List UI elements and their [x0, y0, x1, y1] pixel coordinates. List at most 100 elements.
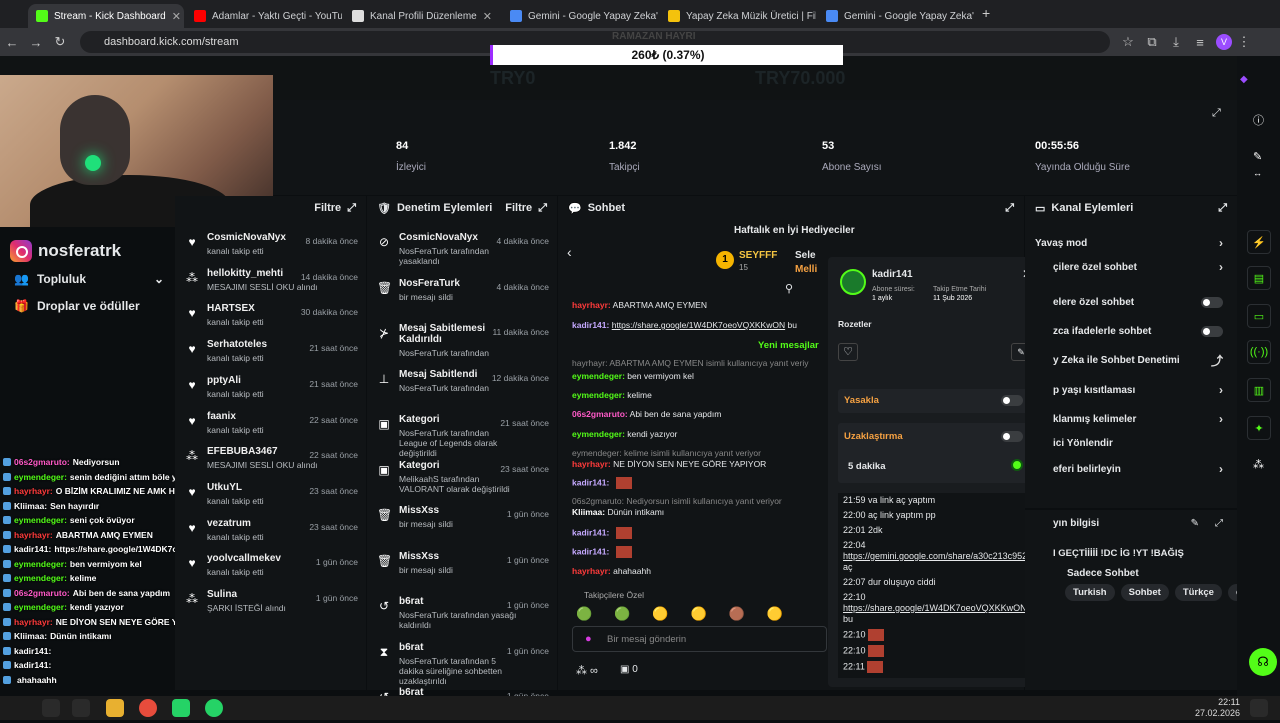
ban-row[interactable]: Yasakla: [838, 389, 1033, 413]
tag-chip[interactable]: Sohbet: [1120, 584, 1169, 601]
list-item[interactable]: ⧗ b6rat NosFeraTurk tarafından 5 dakika sü…: [367, 642, 557, 686]
browser-tab[interactable]: Gemini - Google Yapay Zeka'ya✕: [818, 4, 974, 28]
chrome-icon[interactable]: [139, 699, 157, 717]
channel-action-row[interactable]: elere özel sohbet: [1025, 291, 1237, 313]
chat-username[interactable]: hayrhayr:: [572, 300, 611, 310]
channel-action-row[interactable]: eferi belirleyin ›: [1025, 458, 1237, 480]
new-tab-icon[interactable]: +: [982, 5, 990, 21]
list-item[interactable]: ⊘ CosmicNovaNyx NosFeraTurk tarafından yas…: [367, 232, 557, 268]
filter-button[interactable]: Filtre: [505, 202, 532, 214]
expand-icon[interactable]: ⤢: [347, 202, 356, 215]
list-item[interactable]: ♥ Serhatoteles kanalı takip etti 21 saat ön…: [175, 339, 366, 375]
star-icon[interactable]: ☆: [1116, 34, 1140, 50]
media-icon[interactable]: ≡: [1188, 35, 1212, 50]
channel-action-row[interactable]: çilere özel sohbet ›: [1025, 256, 1237, 278]
collapse-icon[interactable]: ↔: [1253, 168, 1262, 178]
filter-button[interactable]: Filtre: [314, 202, 341, 214]
chat-username[interactable]: hayrhayr:: [572, 459, 611, 469]
chat-username[interactable]: eymendeger:: [572, 390, 625, 400]
channel-action-row[interactable]: y Zeka ile Sohbet Denetimi ⤴: [1025, 349, 1237, 371]
notification-icon[interactable]: [1250, 699, 1268, 717]
list-item[interactable]: 🗑 MissXss bir mesajı sildi 1 gün önce: [367, 505, 557, 541]
forward-icon[interactable]: →: [24, 35, 48, 50]
channel-action-row[interactable]: ici Yönlendir: [1025, 432, 1237, 454]
list-item[interactable]: ♥ HARTSEX kanalı takip etti 30 dakika önce: [175, 303, 366, 339]
profile-avatar[interactable]: V: [1216, 34, 1232, 50]
nav-droplar[interactable]: 🎁 Droplar ve ödüller: [14, 299, 140, 313]
reload-icon[interactable]: ↻: [48, 34, 72, 50]
chat-username[interactable]: hayrhayr:: [572, 566, 611, 576]
expand-icon[interactable]: ⤢: [1005, 202, 1014, 215]
download-icon[interactable]: ⤓: [1164, 34, 1188, 50]
list-item[interactable]: ♥ UtkuYL kanalı takip etti 23 saat önce: [175, 482, 366, 518]
chat-username[interactable]: eymendeger:: [572, 371, 625, 381]
chat-username[interactable]: kadir141:: [572, 320, 609, 330]
close-tab-icon[interactable]: ✕: [483, 10, 492, 23]
list-item[interactable]: 🗑 NosFeraTurk bir mesajı sildi 4 dakika önc…: [367, 278, 557, 314]
log-text[interactable]: https://share.google/1W4DK7oeoVQXKKwON: [843, 603, 1027, 613]
info-icon[interactable]: ⓘ: [1253, 112, 1264, 128]
emote-bar[interactable]: 🟢🟢🟡🟡🟤🟡: [576, 606, 826, 624]
wrench-icon[interactable]: ✦: [1247, 416, 1271, 440]
log-text[interactable]: https://gemini.google.com/share/a30c213c…: [843, 551, 1032, 561]
layout-icon[interactable]: ▥: [1247, 378, 1271, 402]
tag-chip[interactable]: Türkçe: [1174, 584, 1222, 601]
list-item[interactable]: ⊥ Mesaj Sabitlendi NosFeraTurk tarafından 1…: [367, 369, 557, 405]
browser-tab[interactable]: Stream - Kick Dashboard ✕: [28, 4, 184, 28]
doc-icon[interactable]: ▤: [1247, 266, 1271, 290]
chevron-left-icon[interactable]: ‹: [567, 244, 572, 260]
gift-count[interactable]: ▣ 0: [620, 664, 638, 675]
list-item[interactable]: ♥ yoolvcallmekev kanalı takip etti 1 gün ön…: [175, 553, 366, 589]
list-item[interactable]: ♥ CosmicNovaNyx kanalı takip etti 8 dakika …: [175, 232, 366, 268]
pin-icon[interactable]: ⚲: [785, 282, 793, 295]
list-item[interactable]: ▣ Kategori NosFeraTurk tarafından League o…: [367, 414, 557, 458]
expand-icon[interactable]: ⤢: [538, 202, 547, 215]
menu-icon[interactable]: ⋮: [1232, 34, 1256, 50]
support-icon[interactable]: ☊: [1249, 648, 1277, 676]
back-icon[interactable]: ←: [0, 35, 24, 50]
list-item[interactable]: ⁂ Sulina ŞARKI İSTEĞİ alındı 1 gün önce: [175, 589, 366, 625]
channel-action-row[interactable]: zca ifadelerle sohbet: [1025, 320, 1237, 342]
points-icon[interactable]: ⁂ ∞: [576, 664, 598, 677]
mic-icon[interactable]: ●: [585, 633, 592, 645]
expand-icon[interactable]: ⤢: [1212, 107, 1221, 120]
toggle-switch[interactable]: [1201, 296, 1223, 308]
browser-tab[interactable]: Adamlar - Yaktı Geçti - YouTube✕: [186, 4, 342, 28]
timeout-duration[interactable]: 5 dakika: [848, 461, 886, 472]
list-item[interactable]: ⊁ Mesaj Sabitlemesi Kaldırıldı NosFeraTurk…: [367, 323, 557, 359]
hub-icon[interactable]: ⁂: [1253, 458, 1264, 471]
close-tab-icon[interactable]: ✕: [172, 10, 181, 23]
toggle-switch[interactable]: [1201, 325, 1223, 337]
chat-bubble-icon[interactable]: ▭: [1247, 304, 1271, 328]
list-item[interactable]: ▣ Kategori MelikaahS tarafından VALORANT o…: [367, 460, 557, 496]
chat-username[interactable]: kadir141:: [572, 527, 609, 537]
broadcast-icon[interactable]: ((·)): [1247, 340, 1271, 364]
channel-action-row[interactable]: klanmış kelimeler ›: [1025, 408, 1237, 430]
chat-username[interactable]: kadir141:: [572, 477, 609, 487]
chat-username[interactable]: eymendeger:: [572, 429, 625, 439]
explorer-icon[interactable]: [106, 699, 124, 717]
list-item[interactable]: ♥ faanix kanalı takip etti 22 saat önce: [175, 411, 366, 447]
bolt-icon[interactable]: ⚡: [1247, 230, 1271, 254]
app-icon[interactable]: [172, 699, 190, 717]
edit-icon[interactable]: ✎: [1191, 518, 1199, 529]
chat-username[interactable]: 06s2gmaruto:: [572, 409, 628, 419]
list-item[interactable]: 🗑 MissXss bir mesajı sildi 1 gün önce: [367, 551, 557, 587]
list-item[interactable]: ⁂ hellokitty_mehti MESAJIMI SESLİ OKU alın…: [175, 268, 366, 304]
nav-topluluk[interactable]: 👥 Topluluk ⌄: [14, 272, 164, 286]
list-item[interactable]: ⁂ EFEBUBA3467 MESAJIMI SESLİ OKU alındı 22 …: [175, 446, 366, 482]
expand-icon[interactable]: ⤢: [1218, 202, 1227, 215]
whatsapp-icon[interactable]: [205, 699, 223, 717]
browser-tab[interactable]: Kanal Profili Düzenleme ✕: [344, 4, 500, 28]
browser-tab[interactable]: Yapay Zeka Müzik Üretici | Fikir✕: [660, 4, 816, 28]
duration-radio[interactable]: [1011, 459, 1023, 471]
list-item[interactable]: ♥ vezatrum kanalı takip etti 23 saat önce: [175, 518, 366, 554]
list-item[interactable]: ♥ pptyAli kanalı takip etti 21 saat önce: [175, 375, 366, 411]
ban-toggle[interactable]: [1001, 395, 1023, 406]
pencil-icon[interactable]: ✎: [1253, 150, 1262, 163]
extensions-icon[interactable]: ⧉: [1140, 34, 1164, 50]
expand-icon[interactable]: ⤢: [1215, 518, 1223, 529]
search-icon[interactable]: [42, 699, 60, 717]
kick-avatar-icon[interactable]: ◆: [1240, 74, 1248, 85]
list-item[interactable]: ↺ b6rat NosFeraTurk tarafından yasağı kald…: [367, 596, 557, 632]
